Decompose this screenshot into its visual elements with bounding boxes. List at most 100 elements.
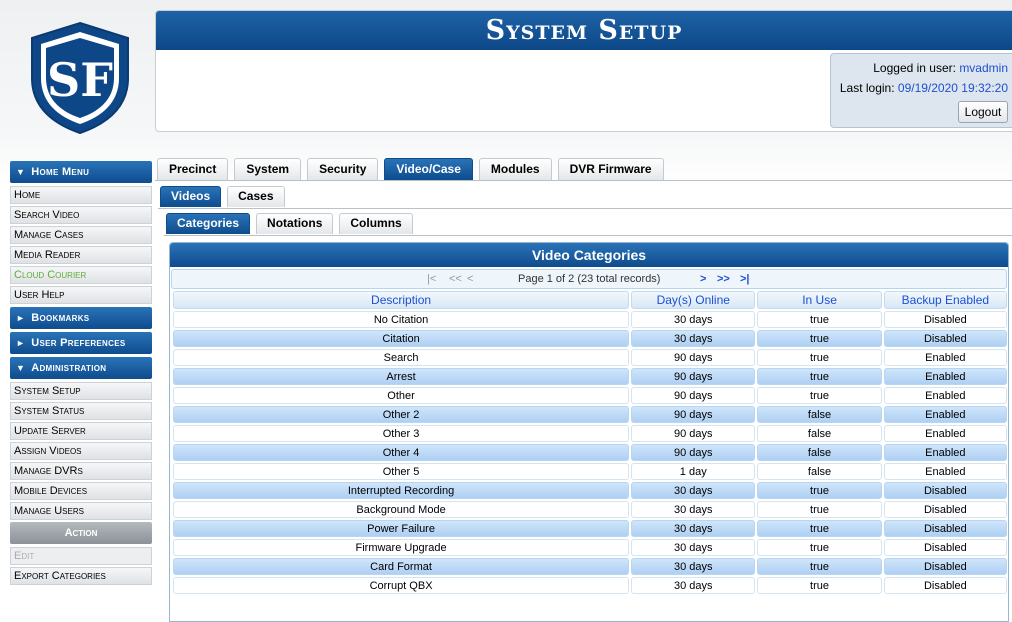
sidebar-item-search-video[interactable]: Search Video	[10, 206, 152, 224]
table-row[interactable]: Other 90 days true Enabled	[173, 387, 1007, 404]
cell-description: Power Failure	[173, 520, 630, 537]
column-header-backup-enabled[interactable]: Backup Enabled	[883, 291, 1007, 309]
cell-days-online: 90 days	[631, 349, 756, 366]
last-login-value: 09/19/2020 19:32:20	[897, 81, 1008, 95]
sidebar-item-manage-cases[interactable]: Manage Cases	[10, 226, 152, 244]
username-link[interactable]: mvadmin	[959, 61, 1008, 75]
panel-title: Video Categories	[170, 243, 1008, 267]
table-row[interactable]: Power Failure 30 days true Disabled	[173, 520, 1007, 537]
tab-divider	[164, 235, 1012, 236]
cell-description: Search	[173, 349, 630, 366]
table-row[interactable]: Other 4 90 days false Enabled	[173, 444, 1007, 461]
tab-videos[interactable]: Videos	[160, 186, 222, 207]
cell-backup-enabled: Disabled	[883, 330, 1007, 347]
prev-fast-icon[interactable]: <<	[449, 270, 462, 288]
sidebar-item-system-status[interactable]: System Status	[10, 402, 152, 420]
cell-days-online: 30 days	[631, 501, 756, 518]
logged-in-row: Logged in user: mvadmin	[873, 61, 1008, 75]
table-row[interactable]: Interrupted Recording 30 days true Disabled	[173, 482, 1007, 499]
tab-precinct[interactable]: Precinct	[157, 158, 229, 180]
table-row[interactable]: Other 2 90 days false Enabled	[173, 406, 1007, 423]
table-row[interactable]: Other 51 day false Enabled	[173, 463, 1007, 480]
tab-cases[interactable]: Cases	[227, 186, 285, 207]
sidebar-item-update-server[interactable]: Update Server	[10, 422, 152, 440]
sidebar-item-user-help[interactable]: User Help	[10, 286, 152, 304]
table-row[interactable]: Arrest 90 days true Enabled	[173, 368, 1007, 385]
cell-backup-enabled: Enabled	[883, 349, 1007, 366]
user-preferences-header[interactable]: ► User Preferences	[10, 332, 152, 354]
sidebar-item-system-setup[interactable]: System Setup	[10, 382, 152, 400]
sidebar-item-cloud-courier[interactable]: Cloud Courier	[10, 266, 152, 284]
cell-days-online: 1 day	[631, 463, 756, 480]
cell-days-online: 90 days	[631, 444, 756, 461]
cell-days-online: 30 days	[631, 558, 756, 575]
tab-video-case[interactable]: Video/Case	[384, 158, 473, 180]
first-page-icon[interactable]: |<	[427, 270, 436, 288]
table-row[interactable]: Other 3 90 days false Enabled	[173, 425, 1007, 442]
logged-in-label: Logged in user:	[873, 61, 960, 75]
cell-in-use: true	[757, 577, 882, 594]
table-row[interactable]: No Citation 30 days true Disabled	[173, 311, 1007, 328]
last-page-icon[interactable]: >|	[740, 270, 750, 288]
cell-backup-enabled: Disabled	[883, 520, 1007, 537]
administration-header[interactable]: ▼ Administration	[10, 357, 152, 379]
table-row[interactable]: Corrupt QBX 30 days true Disabled	[173, 577, 1007, 594]
sidebar-item-manage-users[interactable]: Manage Users	[10, 502, 152, 520]
table-row[interactable]: Firmware Upgrade 30 days true Disabled	[173, 539, 1007, 556]
pager: |< << < Page 1 of 2 (23 total records) >…	[171, 269, 1007, 289]
table-row[interactable]: Background Mode 30 days true Disabled	[173, 501, 1007, 518]
column-header-description[interactable]: Description	[173, 291, 630, 309]
categories-table: Description Day(s) Online In Use Backup …	[171, 289, 1008, 596]
logout-button[interactable]: Logout	[958, 101, 1008, 123]
tab-columns[interactable]: Columns	[339, 213, 413, 234]
cell-in-use: true	[757, 482, 882, 499]
sidebar-item-home[interactable]: Home	[10, 186, 152, 204]
table-row[interactable]: Card Format 30 days true Disabled	[173, 558, 1007, 575]
tab-modules[interactable]: Modules	[478, 158, 552, 180]
cell-in-use: false	[757, 406, 882, 423]
last-login-label: Last login:	[839, 81, 898, 95]
cell-days-online: 90 days	[631, 425, 756, 442]
sidebar-item-media-reader[interactable]: Media Reader	[10, 246, 152, 264]
cell-backup-enabled: Disabled	[883, 539, 1007, 556]
bookmarks-header[interactable]: ► Bookmarks	[10, 307, 152, 329]
cell-description: Interrupted Recording	[173, 482, 630, 499]
cell-in-use: true	[757, 330, 882, 347]
cell-days-online: 30 days	[631, 482, 756, 499]
next-fast-icon[interactable]: >>	[717, 270, 730, 288]
sidebar-item-mobile-devices[interactable]: Mobile Devices	[10, 482, 152, 500]
tab-system[interactable]: System	[234, 158, 302, 180]
prev-page-icon[interactable]: <	[467, 270, 473, 288]
video-categories-panel: Video Categories |< << < Page 1 of 2 (23…	[169, 242, 1009, 622]
column-header-days-online[interactable]: Day(s) Online	[631, 291, 756, 309]
tab-categories[interactable]: Categories	[166, 213, 251, 234]
table-row[interactable]: Citation 30 days true Disabled	[173, 330, 1007, 347]
sidebar-item-manage-dvrs[interactable]: Manage DVRs	[10, 462, 152, 480]
shield-logo: SF	[28, 20, 132, 136]
tab-security[interactable]: Security	[307, 158, 379, 180]
column-header-in-use[interactable]: In Use	[757, 291, 882, 309]
cell-days-online: 90 days	[631, 406, 756, 423]
tab-divider	[155, 180, 1012, 181]
cell-backup-enabled: Enabled	[883, 406, 1007, 423]
cell-in-use: true	[757, 368, 882, 385]
action-export-categories[interactable]: Export Categories	[10, 567, 152, 585]
pager-text: Page 1 of 2 (23 total records)	[518, 273, 661, 285]
cell-in-use: true	[757, 520, 882, 537]
cell-description: Other 5	[173, 463, 630, 480]
cell-days-online: 90 days	[631, 368, 756, 385]
cell-backup-enabled: Enabled	[883, 425, 1007, 442]
action-edit[interactable]: Edit	[10, 547, 152, 565]
tab-dvr-firmware[interactable]: DVR Firmware	[557, 158, 664, 180]
table-row[interactable]: Search 90 days true Enabled	[173, 349, 1007, 366]
cell-description: Other 3	[173, 425, 630, 442]
cell-description: Other	[173, 387, 630, 404]
table-header-row: Description Day(s) Online In Use Backup …	[173, 291, 1007, 309]
home-menu-header[interactable]: ▼ Home Menu	[10, 161, 152, 183]
tab-notations[interactable]: Notations	[256, 213, 334, 234]
cell-description: Arrest	[173, 368, 630, 385]
last-login-row: Last login: 09/19/2020 19:32:20	[840, 81, 1008, 95]
cell-days-online: 30 days	[631, 311, 756, 328]
next-page-icon[interactable]: >	[700, 270, 706, 288]
sidebar-item-assign-videos[interactable]: Assign Videos	[10, 442, 152, 460]
